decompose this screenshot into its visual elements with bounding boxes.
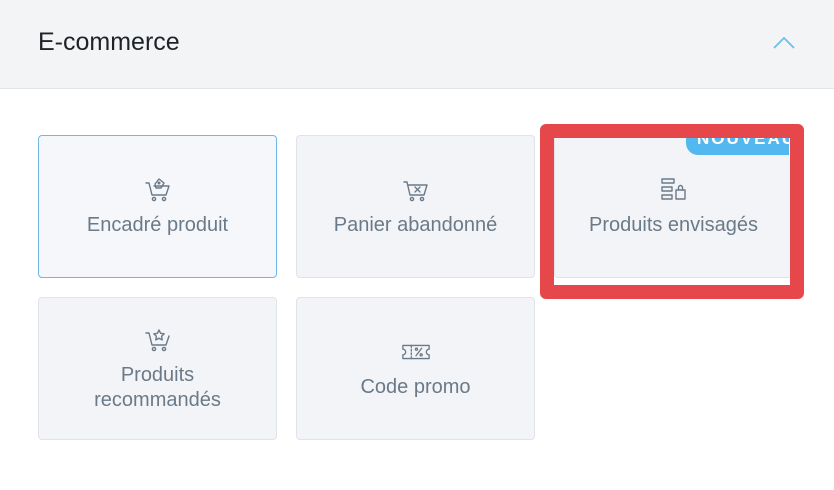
chevron-up-icon (773, 37, 795, 49)
card-label: Encadré produit (86, 214, 229, 236)
coupon-percent-icon (401, 337, 431, 367)
section-title: E-commerce (38, 28, 180, 56)
card-label: Produits recommandés (94, 363, 221, 411)
block-card-produits-recommandes[interactable]: Produits recommandés (38, 297, 277, 440)
card-label: Panier abandonné (333, 214, 498, 236)
new-badge-wrap: NOUVEAU (555, 129, 789, 157)
card-label: Code promo (360, 376, 471, 398)
browse-products-icon (659, 175, 689, 205)
collapse-button[interactable] (765, 26, 803, 60)
block-card-encadre-produit[interactable]: Encadré produit (38, 135, 277, 278)
cart-tag-icon (143, 175, 173, 205)
new-badge: NOUVEAU (686, 129, 789, 155)
block-card-panier-abandonne[interactable]: Panier abandonné (296, 135, 535, 278)
cart-x-icon (401, 175, 431, 205)
card-label: Produits envisagés (589, 214, 758, 236)
cart-star-icon (143, 325, 173, 355)
section-header[interactable]: E-commerce (0, 0, 834, 89)
block-card-code-promo[interactable]: Code promo (296, 297, 535, 440)
